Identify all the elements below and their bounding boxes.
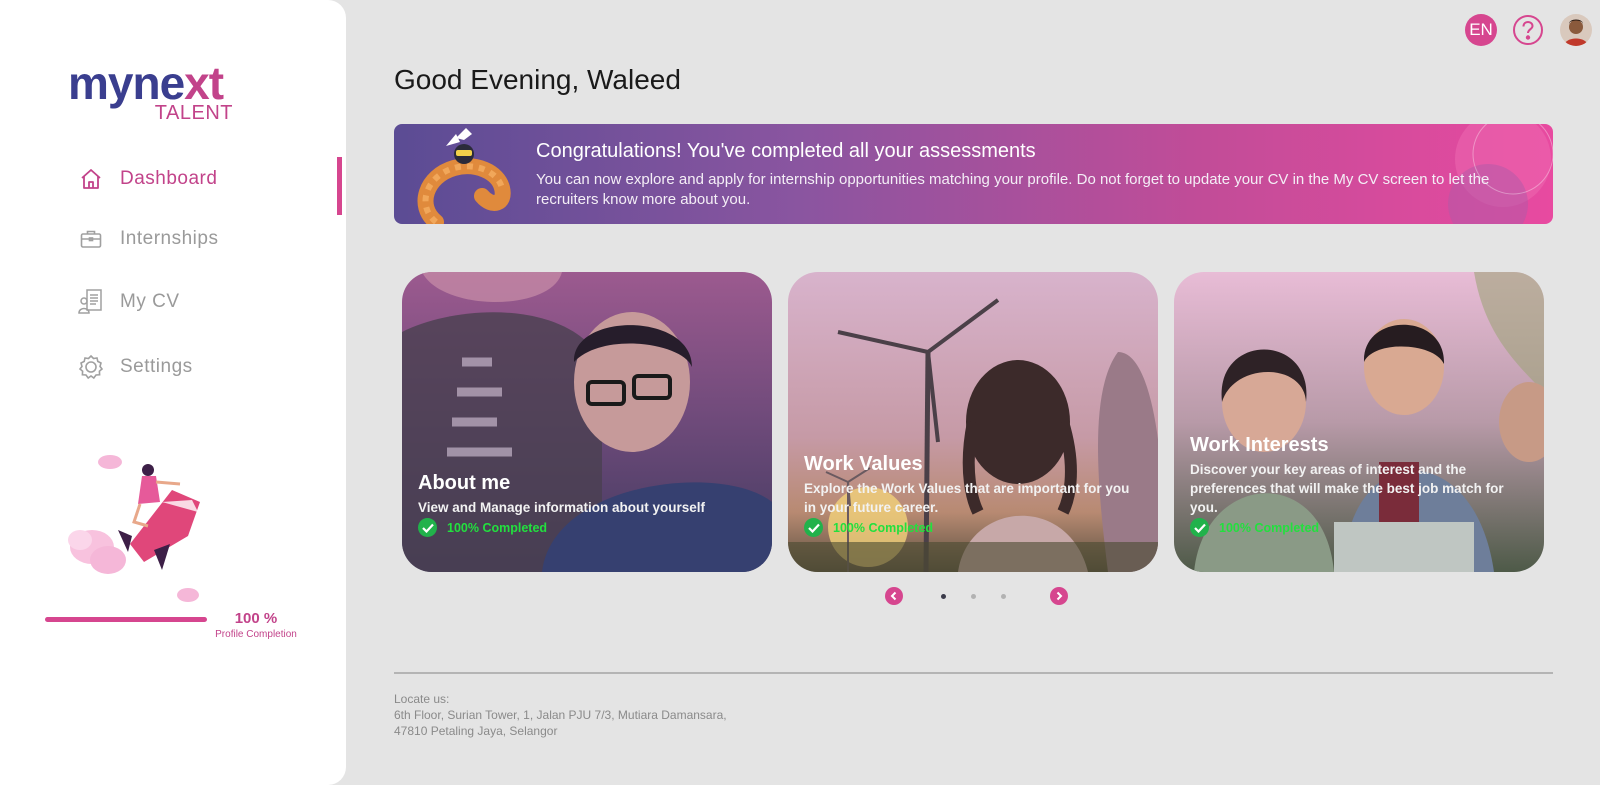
sidebar: mynext TALENT Dashboard Internships My C…	[0, 0, 346, 785]
check-circle-icon	[1190, 518, 1209, 537]
banner-title: Congratulations! You've completed all yo…	[536, 140, 1036, 162]
sidebar-item-label: Settings	[120, 356, 193, 377]
banner-message: You can now explore and apply for intern…	[536, 171, 1490, 208]
greeting-heading: Good Evening, Waleed	[394, 64, 681, 95]
sidebar-item-label: Internships	[120, 228, 219, 249]
sidebar-item-dashboard[interactable]: Dashboard	[78, 164, 217, 194]
card-status: 100% Completed	[804, 518, 933, 537]
active-nav-indicator	[337, 157, 342, 215]
about-me-card[interactable]: About me View and Manage information abo…	[402, 272, 772, 572]
mynext-logo[interactable]: mynext TALENT	[68, 58, 243, 128]
carousel-dot-3[interactable]	[1001, 594, 1006, 599]
card-description: View and Manage information about yourse…	[418, 500, 706, 515]
sidebar-item-internships[interactable]: Internships	[78, 224, 218, 254]
footer-address-line-2: 47810 Petaling Jaya, Selangor	[394, 724, 558, 738]
profile-progress-percent: 100 %	[234, 610, 278, 627]
footer-heading: Locate us:	[394, 692, 450, 706]
home-icon	[78, 166, 104, 192]
logo-wordmark: mynext	[68, 57, 224, 109]
sidebar-item-label: My CV	[120, 291, 180, 312]
question-icon[interactable]	[1512, 14, 1544, 46]
profile-progress-bar	[45, 617, 207, 622]
card-status: 100% Completed	[418, 518, 547, 537]
user-avatar[interactable]	[1560, 14, 1592, 46]
sidebar-item-settings[interactable]: Settings	[78, 352, 193, 382]
card-description: Discover your key areas of interest and …	[1190, 462, 1504, 515]
status-text: 100% Completed	[833, 520, 934, 535]
rocket-illustration	[62, 452, 212, 607]
check-circle-icon	[418, 518, 437, 537]
carousel-dot-1[interactable]	[941, 594, 946, 599]
cv-document-icon	[78, 289, 104, 315]
footer-address-line-1: 6th Floor, Surian Tower, 1, Jalan PJU 7/…	[394, 708, 727, 722]
sidebar-item-label: Dashboard	[120, 168, 218, 189]
logo-subtitle: TALENT	[154, 102, 233, 124]
work-interests-card[interactable]: Work Interests Discover your key areas o…	[1174, 272, 1544, 572]
carousel-next-button[interactable]	[1050, 587, 1068, 605]
check-circle-icon	[804, 518, 823, 537]
carousel-prev-button[interactable]	[885, 587, 903, 605]
work-values-card[interactable]: Work Values Explore the Work Values that…	[788, 272, 1158, 572]
celebration-illustration	[406, 126, 516, 224]
profile-progress-label: Profile Completion	[215, 629, 297, 640]
gear-icon	[78, 354, 104, 380]
footer-divider	[394, 672, 1553, 674]
card-description: Explore the Work Values that are importa…	[804, 481, 1130, 515]
status-text: 100% Completed	[1219, 520, 1320, 535]
card-title: Work Interests	[1190, 434, 1329, 456]
assessment-complete-banner: Congratulations! You've completed all yo…	[394, 124, 1553, 224]
card-title: Work Values	[804, 453, 923, 475]
sidebar-item-my-cv[interactable]: My CV	[78, 287, 180, 317]
status-text: 100% Completed	[447, 520, 548, 535]
card-title: About me	[418, 472, 511, 494]
card-status: 100% Completed	[1190, 518, 1319, 537]
briefcase-icon	[78, 226, 104, 252]
carousel-dot-2[interactable]	[971, 594, 976, 599]
language-selector[interactable]: EN	[1465, 14, 1497, 46]
